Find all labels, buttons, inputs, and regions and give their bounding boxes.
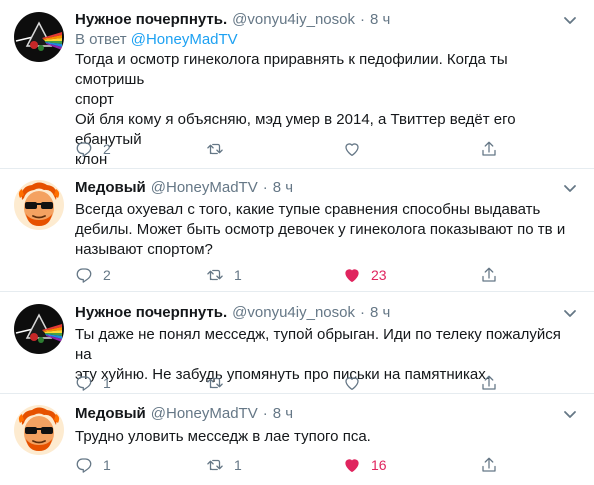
- reply-icon: [76, 142, 92, 157]
- retweet-icon: [207, 269, 223, 281]
- tweet-text: Всегда охуевал с того, какие тупые сравн…: [75, 201, 566, 258]
- reply-context: В ответ @HoneyMadTV: [75, 30, 580, 50]
- retweet-count: 1: [234, 267, 242, 283]
- like-count: 23: [371, 267, 387, 283]
- author-handle[interactable]: @vonyu4iy_nosok: [232, 10, 355, 30]
- share-button[interactable]: [480, 455, 498, 475]
- share-icon: [482, 457, 496, 472]
- tweet[interactable]: Медовый @HoneyMadTV · 8 ч Всегда охуевал…: [0, 169, 594, 291]
- reply-count: 1: [103, 375, 111, 391]
- tweet-thread: Нужное почерпнуть. @vonyu4iy_nosok · 8 ч…: [0, 0, 594, 485]
- chevron-down-icon[interactable]: [560, 178, 580, 198]
- timestamp[interactable]: 8 ч: [273, 178, 293, 198]
- author-name[interactable]: Нужное почерпнуть.: [75, 10, 227, 30]
- reply-count: 2: [103, 267, 111, 283]
- tweet-text: Трудно уловить месседж в лае тупого пса.: [75, 428, 371, 445]
- reply-button[interactable]: 1: [75, 455, 111, 475]
- reply-icon: [76, 376, 92, 391]
- share-icon: [482, 141, 496, 156]
- cartoon-sunglasses-avatar: [14, 405, 64, 455]
- heart-icon: [345, 269, 359, 283]
- timestamp[interactable]: 8 ч: [273, 404, 293, 424]
- share-button[interactable]: [480, 265, 498, 285]
- like-button[interactable]: 23: [343, 265, 387, 285]
- reply-icon: [76, 458, 92, 473]
- cartoon-sunglasses-avatar: [14, 180, 64, 230]
- reply-count: 1: [103, 457, 111, 473]
- author-name[interactable]: Медовый: [75, 404, 146, 424]
- reply-prefix: В ответ: [75, 31, 131, 48]
- like-count: 16: [371, 457, 387, 473]
- share-button[interactable]: [480, 373, 498, 393]
- reply-button[interactable]: 2: [75, 139, 111, 159]
- tweet-header: Нужное почерпнуть. @vonyu4iy_nosok · 8 ч: [75, 303, 580, 323]
- separator-dot: ·: [262, 405, 268, 422]
- like-button[interactable]: [343, 373, 371, 393]
- retweet-button[interactable]: 1: [206, 265, 242, 285]
- chevron-down-icon[interactable]: [560, 404, 580, 424]
- reply-count: 2: [103, 141, 111, 157]
- share-icon: [482, 375, 496, 390]
- avatar[interactable]: [14, 180, 64, 230]
- pink-floyd-prism-avatar: [14, 304, 64, 354]
- retweet-button[interactable]: [206, 373, 234, 393]
- author-handle[interactable]: @HoneyMadTV: [151, 178, 258, 198]
- avatar[interactable]: [14, 304, 64, 354]
- retweet-count: 1: [234, 457, 242, 473]
- retweet-button[interactable]: [206, 139, 234, 159]
- reply-icon: [76, 268, 92, 283]
- tweet-actions: 1: [75, 373, 515, 393]
- author-name[interactable]: Нужное почерпнуть.: [75, 303, 227, 323]
- tweet-actions: 1 1 16: [75, 455, 515, 475]
- tweet-header: Нужное почерпнуть. @vonyu4iy_nosok · 8 ч: [75, 10, 580, 30]
- tweet[interactable]: Нужное почерпнуть. @vonyu4iy_nosok · 8 ч…: [0, 0, 594, 168]
- tweet[interactable]: Медовый @HoneyMadTV · 8 ч Трудно уловить…: [0, 394, 594, 485]
- separator-dot: ·: [262, 179, 268, 196]
- tweet-header: Медовый @HoneyMadTV · 8 ч: [75, 178, 580, 198]
- retweet-button[interactable]: 1: [206, 455, 242, 475]
- reply-button[interactable]: 2: [75, 265, 111, 285]
- tweet-actions: 2: [75, 139, 515, 159]
- tweet-header: Медовый @HoneyMadTV · 8 ч: [75, 404, 580, 424]
- separator-dot: ·: [359, 304, 365, 321]
- author-name[interactable]: Медовый: [75, 178, 146, 198]
- like-button[interactable]: 16: [343, 455, 387, 475]
- chevron-down-icon[interactable]: [560, 10, 580, 30]
- heart-icon: [345, 143, 359, 157]
- tweet[interactable]: Нужное почерпнуть. @vonyu4iy_nosok · 8 ч…: [0, 292, 594, 393]
- heart-icon: [345, 377, 359, 391]
- reply-mention-link[interactable]: @HoneyMadTV: [131, 31, 238, 48]
- chevron-down-icon[interactable]: [560, 303, 580, 323]
- separator-dot: ·: [359, 11, 365, 28]
- avatar[interactable]: [14, 12, 64, 62]
- reply-button[interactable]: 1: [75, 373, 111, 393]
- heart-icon: [345, 459, 359, 473]
- timestamp[interactable]: 8 ч: [370, 10, 390, 30]
- author-handle[interactable]: @vonyu4iy_nosok: [232, 303, 355, 323]
- retweet-icon: [207, 377, 223, 389]
- like-button[interactable]: [343, 139, 371, 159]
- share-icon: [482, 267, 496, 282]
- avatar[interactable]: [14, 405, 64, 455]
- timestamp[interactable]: 8 ч: [370, 303, 390, 323]
- tweet-actions: 2 1 23: [75, 265, 515, 285]
- retweet-icon: [207, 459, 223, 471]
- retweet-icon: [207, 143, 223, 155]
- author-handle[interactable]: @HoneyMadTV: [151, 404, 258, 424]
- share-button[interactable]: [480, 139, 498, 159]
- pink-floyd-prism-avatar: [14, 12, 64, 62]
